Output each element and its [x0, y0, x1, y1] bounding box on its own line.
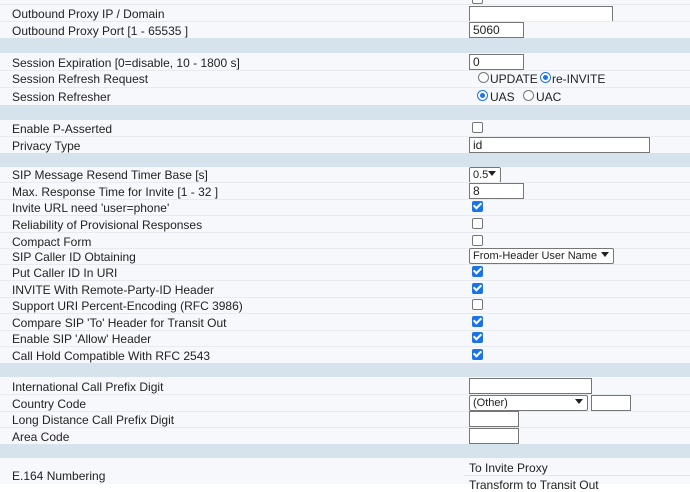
- area-code-label: Area Code: [12, 430, 70, 444]
- refresher-uac-label: UAC: [536, 90, 562, 104]
- percent-encoding-label: Support URI Percent-Encoding (RFC 3986): [12, 299, 243, 313]
- max-response-input[interactable]: 8: [469, 183, 524, 199]
- invite-user-phone-label: Invite URL need 'user=phone': [12, 201, 170, 215]
- max-response-label: Max. Response Time for Invite [1 - 32 ]: [12, 185, 219, 199]
- section-separator: [0, 153, 690, 167]
- resend-timer-label: SIP Message Resend Timer Base [s]: [12, 168, 208, 182]
- outbound-proxy-port-label: Outbound Proxy Port [1 - 65535 ]: [12, 24, 189, 38]
- compact-form-checkbox[interactable]: [472, 235, 483, 246]
- chevron-down-icon: [488, 171, 496, 176]
- session-refresh-request-label: Session Refresh Request: [12, 72, 149, 86]
- refresh-reinvite-label: re-INVITE: [552, 72, 606, 86]
- privacy-type-input[interactable]: id: [469, 137, 650, 153]
- session-refresher-label: Session Refresher: [12, 90, 111, 104]
- privacy-type-label: Privacy Type: [12, 139, 81, 153]
- to-invite-proxy-label: To Invite Proxy: [469, 461, 548, 475]
- area-code-row: [0, 427, 690, 445]
- percent-encoding-checkbox[interactable]: [472, 299, 483, 310]
- put-caller-id-label: Put Caller ID In URI: [12, 266, 118, 280]
- resend-timer-value: 0.5: [473, 169, 489, 181]
- intl-prefix-input[interactable]: [469, 378, 592, 394]
- section-separator: [0, 38, 690, 53]
- e164-divider: [464, 475, 690, 476]
- caller-id-obtaining-value: From-Header User Name: [473, 250, 598, 262]
- compare-to-header-checkbox[interactable]: [472, 316, 483, 327]
- call-hold-checkbox[interactable]: [472, 349, 483, 360]
- country-code-extra-input[interactable]: [591, 395, 631, 411]
- section-separator: [0, 444, 690, 458]
- enable-p-asserted-label: Enable P-Asserted: [12, 122, 113, 136]
- section-separator: [0, 105, 690, 120]
- chevron-down-icon: [601, 252, 609, 257]
- chevron-down-icon: [575, 399, 583, 404]
- section-separator: [0, 363, 690, 377]
- country-code-label: Country Code: [12, 397, 87, 411]
- reliability-label: Reliability of Provisional Responses: [12, 218, 203, 232]
- enable-p-asserted-checkbox[interactable]: [472, 122, 483, 133]
- remote-party-id-checkbox[interactable]: [472, 283, 483, 294]
- compare-to-header-label: Compare SIP 'To' Header for Transit Out: [12, 316, 227, 330]
- outbound-proxy-ip-label: Outbound Proxy IP / Domain: [12, 7, 165, 21]
- compact-form-label: Compact Form: [12, 235, 92, 249]
- transform-transit-out-label: Transform to Transit Out: [469, 478, 599, 492]
- put-caller-id-checkbox[interactable]: [472, 266, 483, 277]
- session-expiration-input[interactable]: 0: [469, 54, 524, 70]
- invite-user-phone-checkbox[interactable]: [472, 201, 483, 212]
- country-code-value: (Other): [473, 397, 508, 409]
- caller-id-obtaining-label: SIP Caller ID Obtaining: [12, 250, 136, 264]
- refresh-update-radio[interactable]: [478, 72, 489, 83]
- resend-timer-select[interactable]: 0.5: [469, 167, 501, 183]
- compact-form-row: [0, 232, 690, 249]
- e164-label: E.164 Numbering: [12, 469, 106, 483]
- refresher-uas-label: UAS: [490, 90, 515, 104]
- refresher-uac-radio[interactable]: [523, 90, 534, 101]
- caller-id-obtaining-select[interactable]: From-Header User Name: [469, 248, 614, 264]
- session-expiration-label: Session Expiration [0=disable, 10 - 1800…: [12, 56, 240, 70]
- long-distance-input[interactable]: [469, 411, 519, 427]
- outbound-proxy-ip-input[interactable]: [469, 6, 613, 22]
- refresh-reinvite-radio[interactable]: [540, 72, 551, 83]
- area-code-input[interactable]: [469, 428, 519, 444]
- outbound-proxy-port-input[interactable]: 5060: [469, 22, 524, 38]
- reliability-checkbox[interactable]: [472, 218, 483, 229]
- allow-header-checkbox[interactable]: [472, 332, 483, 343]
- refresher-uas-radio[interactable]: [477, 90, 488, 101]
- call-hold-label: Call Hold Compatible With RFC 2543: [12, 349, 211, 363]
- refresh-update-label: UPDATE: [490, 72, 538, 86]
- remote-party-id-label: INVITE With Remote-Party-ID Header: [12, 283, 215, 297]
- intl-prefix-label: International Call Prefix Digit: [12, 380, 164, 394]
- allow-header-label: Enable SIP 'Allow' Header: [12, 332, 152, 346]
- long-distance-label: Long Distance Call Prefix Digit: [12, 413, 175, 427]
- country-code-select[interactable]: (Other): [469, 395, 588, 411]
